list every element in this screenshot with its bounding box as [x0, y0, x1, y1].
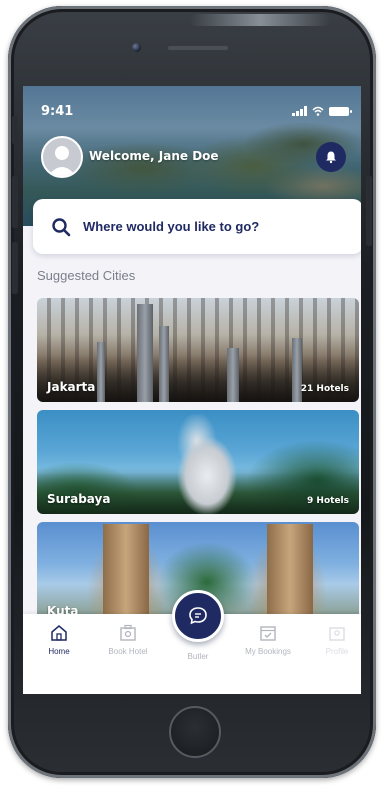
- hotel-count: 9 Hotels: [307, 496, 349, 506]
- app-screen: 9:41 Welcome, Jane Doe Where would you l…: [23, 86, 361, 694]
- profile-icon: [329, 627, 345, 641]
- status-icons: [292, 106, 352, 116]
- skyline-tower: [137, 304, 153, 402]
- city-card-jakarta[interactable]: Jakarta 21 Hotels: [37, 298, 359, 402]
- user-avatar-icon[interactable]: [41, 136, 83, 178]
- nav-my-bookings[interactable]: My Bookings: [238, 624, 298, 656]
- welcome-text: Welcome, Jane Doe: [89, 149, 219, 163]
- nav-label: Book Hotel: [108, 647, 148, 656]
- nav-label: Home: [48, 647, 70, 656]
- volume-up-button: [12, 176, 18, 228]
- city-name: Surabaya: [47, 492, 111, 506]
- nav-label: My Bookings: [245, 647, 291, 656]
- power-button: [366, 176, 372, 246]
- bell-icon: [326, 151, 336, 164]
- skyline-tower: [97, 342, 105, 402]
- chat-icon: [189, 607, 207, 625]
- status-time: 9:41: [41, 104, 74, 119]
- volume-down-button: [12, 242, 18, 294]
- search-placeholder: Where would you like to go?: [83, 219, 260, 234]
- notifications-button[interactable]: [316, 142, 346, 172]
- mute-switch: [12, 116, 18, 144]
- city-name: Jakarta: [47, 380, 96, 394]
- city-card-surabaya[interactable]: Surabaya 9 Hotels: [37, 410, 359, 514]
- battery-icon: [329, 106, 352, 116]
- skyline-tower: [227, 348, 239, 402]
- hotel-count: 21 Hotels: [300, 384, 349, 394]
- wifi-icon: [312, 106, 324, 116]
- nav-label: Butler: [187, 652, 209, 661]
- butler-chat-button[interactable]: [172, 590, 224, 642]
- nav-label: Profile: [325, 647, 349, 656]
- home-icon: [51, 625, 67, 641]
- person-silhouette-icon: [48, 146, 76, 176]
- nav-profile[interactable]: Profile: [307, 624, 361, 656]
- front-camera: [132, 43, 141, 52]
- nav-home[interactable]: Home: [29, 624, 89, 656]
- temple-gate-left: [103, 524, 149, 626]
- search-icon: [52, 217, 71, 236]
- search-bar[interactable]: Where would you like to go?: [33, 199, 361, 254]
- statue-image: [157, 414, 253, 514]
- nav-butler[interactable]: Butler: [168, 652, 228, 661]
- signal-icon: [292, 106, 307, 116]
- nav-book-hotel[interactable]: Book Hotel: [98, 624, 158, 656]
- temple-gate-right: [267, 524, 313, 626]
- suggested-cities-title: Suggested Cities: [37, 268, 136, 283]
- earpiece-speaker: [168, 46, 228, 50]
- phone-home-button: [169, 706, 221, 758]
- calendar-check-icon: [260, 626, 276, 641]
- hotel-icon: [120, 624, 136, 641]
- skyline-tower: [159, 326, 169, 402]
- frame-highlight: [190, 14, 330, 26]
